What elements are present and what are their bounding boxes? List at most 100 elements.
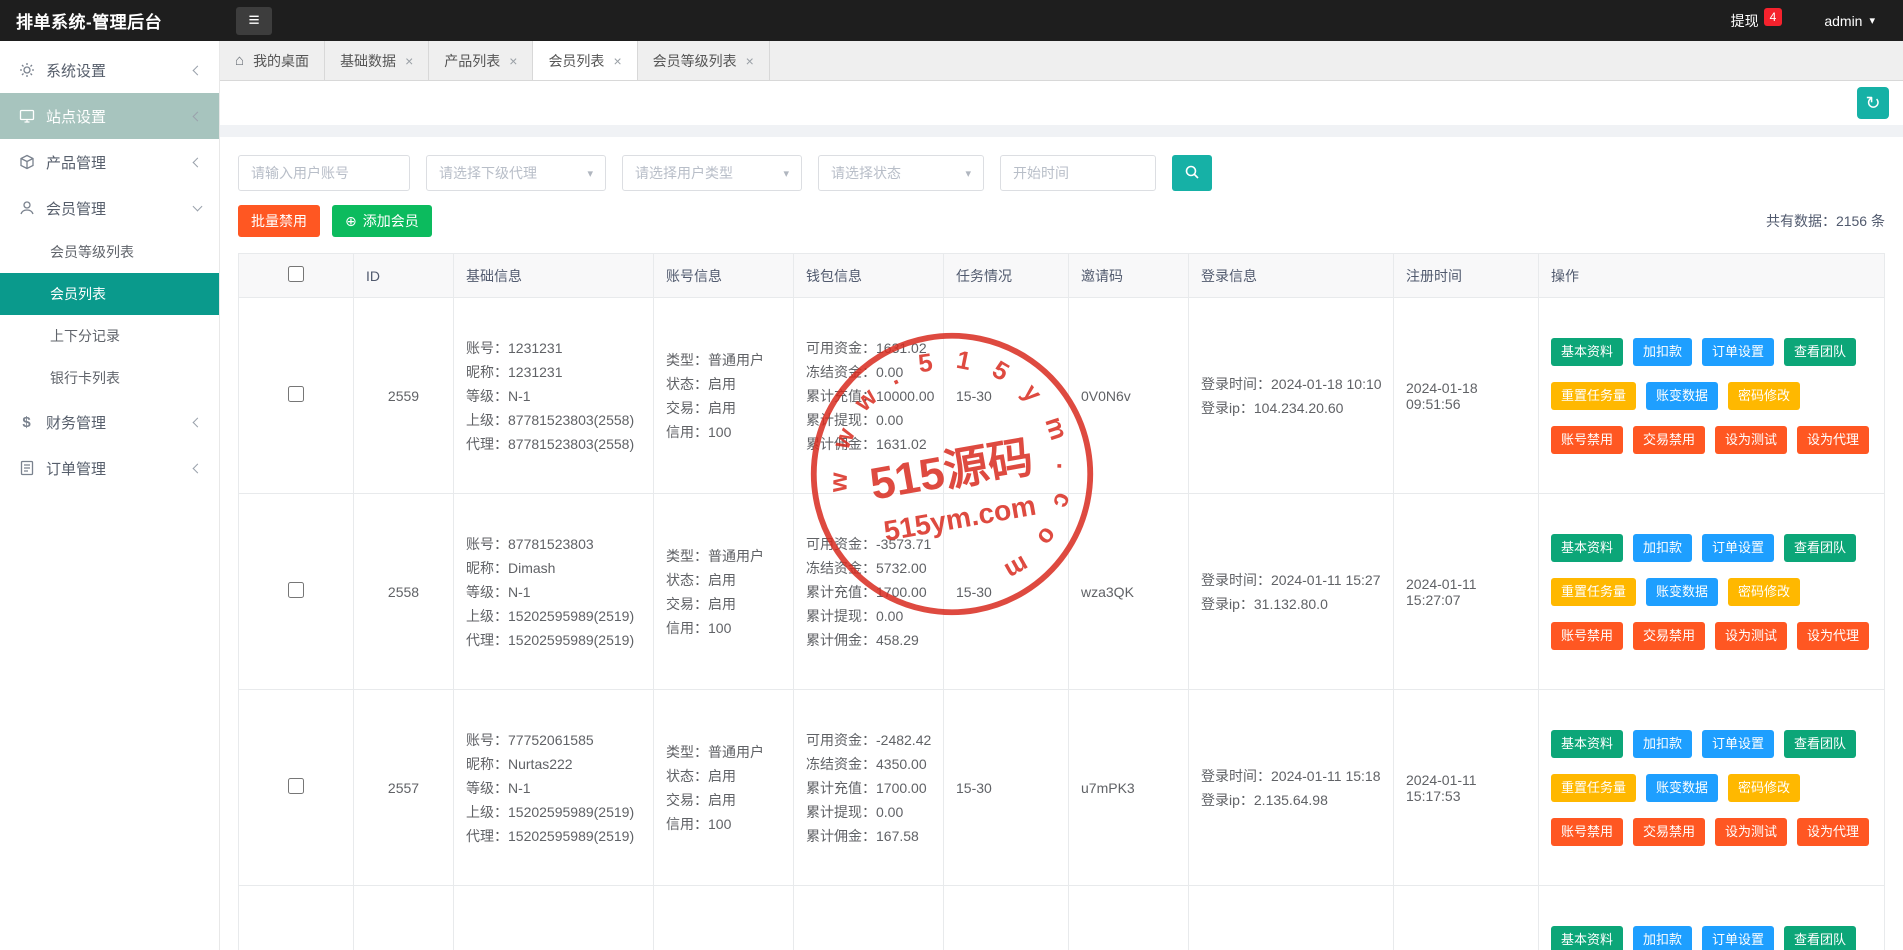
status-select[interactable]: 请选择状态 ▾ (818, 155, 984, 191)
cell-task (944, 886, 1069, 950)
sidebar-item-label: 订单管理 (46, 458, 106, 479)
tab-close-icon[interactable]: × (405, 53, 413, 69)
member-table: ID 基础信息 账号信息 钱包信息 任务情况 邀请码 登录信息 注册时间 操作 (238, 253, 1885, 950)
cell-invite-code: 0V0N6v (1069, 298, 1189, 494)
tab-product-list[interactable]: 产品列表 × (429, 41, 533, 80)
cell-login-info: 登录时间：2024-01-11 15:18登录ip：2.135.64.98 (1201, 764, 1381, 812)
action-order-settings-button[interactable]: 订单设置 (1702, 534, 1774, 562)
tab-member-level-list[interactable]: 会员等级列表 × (638, 41, 770, 80)
cell-base-info: 账号：1231231昵称：1231231等级：N-1上级：87781523803… (466, 336, 641, 456)
status-select-value: 请选择状态 (831, 163, 901, 183)
col-header-actions: 操作 (1539, 254, 1885, 298)
action-view-team-button[interactable]: 查看团队 (1784, 926, 1856, 950)
action-basic-info-button[interactable]: 基本资料 (1551, 926, 1623, 950)
action-set-test-button[interactable]: 设为测试 (1715, 622, 1787, 650)
action-adjust-funds-button[interactable]: 加扣款 (1633, 338, 1692, 366)
action-change-password-button[interactable]: 密码修改 (1728, 578, 1800, 606)
action-disable-account-button[interactable]: 账号禁用 (1551, 818, 1623, 846)
action-set-test-button[interactable]: 设为测试 (1715, 818, 1787, 846)
action-set-agent-button[interactable]: 设为代理 (1797, 818, 1869, 846)
action-adjust-funds-button[interactable]: 加扣款 (1633, 926, 1692, 950)
row-select-checkbox[interactable] (288, 582, 304, 598)
sidebar-item-product-management[interactable]: 产品管理 (0, 139, 219, 185)
person-icon (18, 200, 35, 217)
action-set-test-button[interactable]: 设为测试 (1715, 426, 1787, 454)
sidebar-item-order-management[interactable]: 订单管理 (0, 445, 219, 491)
row-select-checkbox[interactable] (288, 778, 304, 794)
chevron-left-icon (193, 65, 203, 75)
search-button[interactable] (1172, 155, 1212, 191)
account-search-input[interactable] (238, 155, 410, 191)
start-time-input[interactable] (1000, 155, 1156, 191)
sidebar: 系统设置 站点设置 产品管理 会员管理 会员等级列表 会员列表 (0, 41, 220, 950)
select-all-checkbox[interactable] (288, 266, 304, 282)
tab-close-icon[interactable]: × (509, 53, 517, 69)
sidebar-item-member-list[interactable]: 会员列表 (0, 273, 219, 315)
tab-my-desktop[interactable]: ⌂ 我的桌面 (220, 41, 325, 80)
action-disable-trade-button[interactable]: 交易禁用 (1633, 426, 1705, 454)
row-actions: 基本资料加扣款订单设置查看团队重置任务量账变数据密码修改账号禁用交易禁用设为测试… (1551, 926, 1872, 950)
tab-basic-data[interactable]: 基础数据 × (325, 41, 429, 80)
action-change-password-button[interactable]: 密码修改 (1728, 382, 1800, 410)
refresh-button[interactable]: ↻ (1857, 87, 1889, 119)
action-basic-info-button[interactable]: 基本资料 (1551, 534, 1623, 562)
chevron-down-icon: ▾ (1869, 14, 1875, 27)
agent-select[interactable]: 请选择下级代理 ▾ (426, 155, 606, 191)
action-set-agent-button[interactable]: 设为代理 (1797, 622, 1869, 650)
gear-icon (18, 62, 35, 79)
cell-reg-time (1394, 886, 1539, 950)
cell-task: 15-30 (944, 690, 1069, 886)
action-disable-trade-button[interactable]: 交易禁用 (1633, 818, 1705, 846)
action-reset-tasks-button[interactable]: 重置任务量 (1551, 382, 1636, 410)
action-reset-tasks-button[interactable]: 重置任务量 (1551, 774, 1636, 802)
page-toolbar: ↻ (220, 81, 1903, 125)
action-set-agent-button[interactable]: 设为代理 (1797, 426, 1869, 454)
sidebar-item-bank-card-list[interactable]: 银行卡列表 (0, 357, 219, 399)
sidebar-item-label: 产品管理 (46, 152, 106, 173)
action-adjust-funds-button[interactable]: 加扣款 (1633, 534, 1692, 562)
action-order-settings-button[interactable]: 订单设置 (1702, 338, 1774, 366)
col-header-account-info: 账号信息 (654, 254, 794, 298)
action-basic-info-button[interactable]: 基本资料 (1551, 338, 1623, 366)
action-account-changes-button[interactable]: 账变数据 (1646, 382, 1718, 410)
user-type-select[interactable]: 请选择用户类型 ▾ (622, 155, 802, 191)
action-view-team-button[interactable]: 查看团队 (1784, 338, 1856, 366)
action-order-settings-button[interactable]: 订单设置 (1702, 926, 1774, 950)
action-account-changes-button[interactable]: 账变数据 (1646, 578, 1718, 606)
sidebar-item-updown-records[interactable]: 上下分记录 (0, 315, 219, 357)
sidebar-item-finance-management[interactable]: $ 财务管理 (0, 399, 219, 445)
user-menu[interactable]: admin ▾ (1824, 13, 1875, 29)
action-change-password-button[interactable]: 密码修改 (1728, 774, 1800, 802)
sidebar-item-member-level-list[interactable]: 会员等级列表 (0, 231, 219, 273)
sidebar-item-site-settings[interactable]: 站点设置 (0, 93, 219, 139)
action-reset-tasks-button[interactable]: 重置任务量 (1551, 578, 1636, 606)
dollar-icon: $ (18, 414, 35, 431)
action-disable-account-button[interactable]: 账号禁用 (1551, 426, 1623, 454)
tab-member-list[interactable]: 会员列表 × (533, 41, 637, 80)
chevron-left-icon (193, 111, 203, 121)
tab-close-icon[interactable]: × (746, 53, 754, 69)
withdraw-button[interactable]: 提现 4 (1731, 11, 1783, 31)
action-adjust-funds-button[interactable]: 加扣款 (1633, 730, 1692, 758)
sidebar-item-member-management[interactable]: 会员管理 (0, 185, 219, 231)
action-view-team-button[interactable]: 查看团队 (1784, 730, 1856, 758)
action-disable-account-button[interactable]: 账号禁用 (1551, 622, 1623, 650)
action-order-settings-button[interactable]: 订单设置 (1702, 730, 1774, 758)
batch-disable-button[interactable]: 批量禁用 (238, 205, 320, 237)
action-disable-trade-button[interactable]: 交易禁用 (1633, 622, 1705, 650)
tab-label: 会员等级列表 (653, 51, 737, 71)
add-member-button[interactable]: ⊕ 添加会员 (332, 205, 432, 237)
action-basic-info-button[interactable]: 基本资料 (1551, 730, 1623, 758)
col-header-invite-code: 邀请码 (1069, 254, 1189, 298)
sidebar-item-system-settings[interactable]: 系统设置 (0, 47, 219, 93)
action-account-changes-button[interactable]: 账变数据 (1646, 774, 1718, 802)
chevron-down-icon (193, 202, 203, 212)
row-select-checkbox[interactable] (288, 386, 304, 402)
cell-login-info: 登录时间：2024-01-11 15:27登录ip：31.132.80.0 (1201, 568, 1381, 616)
col-header-id: ID (354, 254, 454, 298)
hamburger-menu-icon[interactable]: ≡ (236, 7, 272, 35)
tab-close-icon[interactable]: × (613, 53, 621, 69)
action-view-team-button[interactable]: 查看团队 (1784, 534, 1856, 562)
chevron-down-icon: ▾ (587, 167, 593, 180)
cell-login-info: 登录时间：2024-01-18 10:10登录ip：104.234.20.60 (1201, 372, 1381, 420)
